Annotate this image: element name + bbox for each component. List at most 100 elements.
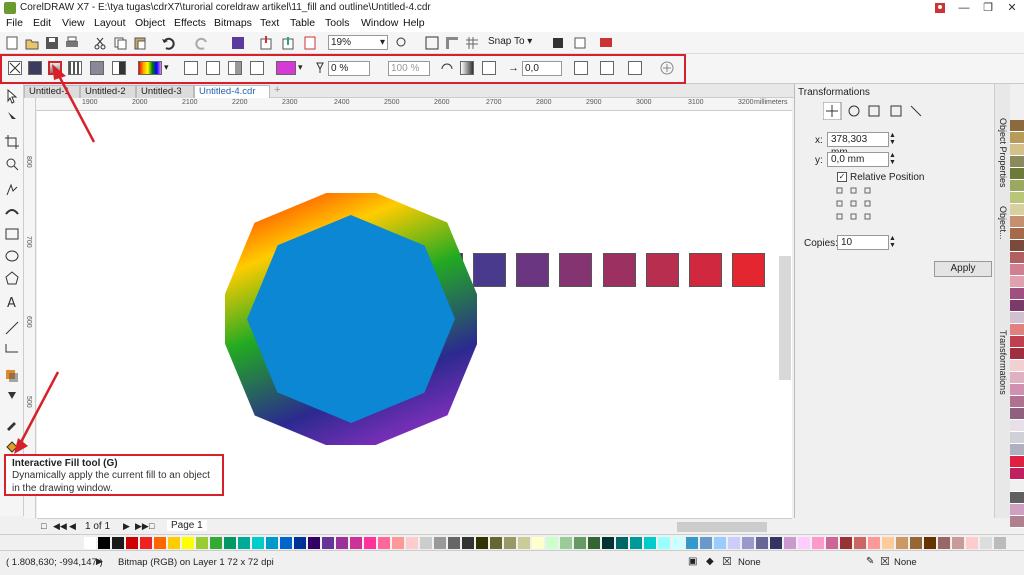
menu-window[interactable]: Window [361,17,398,29]
palette-color[interactable] [322,537,334,549]
palette-color[interactable] [840,537,852,549]
page-tab[interactable]: Page 1 [167,520,207,531]
palette-color[interactable] [532,537,544,549]
palette-color[interactable] [1010,384,1024,396]
palette-color[interactable] [1010,432,1024,444]
palette-color[interactable] [910,537,922,549]
palette-color[interactable] [210,537,222,549]
palette-color[interactable] [308,537,320,549]
chevron-down-icon[interactable]: ▾ [298,62,303,73]
palette-color[interactable] [448,537,460,549]
palette-color[interactable] [784,537,796,549]
new-icon[interactable] [4,35,20,51]
palette-color[interactable] [1010,276,1024,288]
publish-pdf-icon[interactable] [302,35,318,51]
blend-direction-icon[interactable] [460,61,474,75]
color-swatch-2[interactable] [473,253,506,287]
palette-color[interactable] [574,537,586,549]
palette-color[interactable] [868,537,880,549]
palette-color[interactable] [1010,132,1024,144]
palette-color[interactable] [406,537,418,549]
palette-color[interactable] [1010,312,1024,324]
palette-color[interactable] [1010,408,1024,420]
palette-color[interactable] [238,537,250,549]
menu-text[interactable]: Text [260,17,279,29]
palette-color[interactable] [490,537,502,549]
palette-color[interactable] [1010,480,1024,492]
palette-color[interactable] [994,537,1006,549]
palette-color[interactable] [546,537,558,549]
linear-fill-icon[interactable] [184,61,198,75]
palette-color[interactable] [1010,168,1024,180]
color-swatch-7[interactable] [689,253,722,287]
document-info-icon[interactable]: ▣ [688,556,697,567]
menu-layout[interactable]: Layout [94,17,126,29]
chevron-down-icon[interactable]: ▾ [164,62,169,73]
octagon-shape[interactable] [225,193,477,445]
tab-object-manager[interactable]: Object... [998,206,1008,240]
fill-color-swatch[interactable] [276,61,296,75]
zoom-level-select[interactable]: 19% ▾ [328,35,388,50]
palette-color[interactable] [924,537,936,549]
menu-file[interactable]: File [6,17,23,29]
palette-color[interactable] [1010,156,1024,168]
apply-button[interactable]: Apply [934,261,992,277]
user-icon[interactable] [928,0,952,16]
palette-color[interactable] [462,537,474,549]
palette-color[interactable] [966,537,978,549]
palette-color[interactable] [980,537,992,549]
menu-help[interactable]: Help [403,17,425,29]
first-page-icon[interactable]: ◀◀ [53,521,67,532]
palette-color[interactable] [126,537,138,549]
search-content-icon[interactable] [230,35,246,51]
palette-color[interactable] [434,537,446,549]
minimize-icon[interactable]: — [952,0,976,16]
palette-color[interactable] [364,537,376,549]
palette-color[interactable] [392,537,404,549]
palette-color[interactable] [1010,456,1024,468]
menu-effects[interactable]: Effects [174,17,206,29]
palette-color[interactable] [98,537,110,549]
welcome-screen-icon[interactable] [598,35,614,51]
palette-color[interactable] [1010,372,1024,384]
smooth-fill-icon[interactable] [482,61,496,75]
import-icon[interactable] [258,35,274,51]
tab-transformations[interactable]: Transformations [998,330,1008,395]
save-icon[interactable] [44,35,60,51]
palette-color[interactable] [560,537,572,549]
palette-color[interactable] [1010,216,1024,228]
export-icon[interactable] [280,35,296,51]
palette-color[interactable] [1010,516,1024,528]
x-stepper[interactable]: ▲ ▼ [889,132,896,146]
redo-icon[interactable] [194,35,210,51]
palette-color[interactable] [476,537,488,549]
palette-color[interactable] [1010,228,1024,240]
play-icon[interactable]: ▶ [96,556,103,567]
palette-color[interactable] [742,537,754,549]
palette-color[interactable] [630,537,642,549]
palette-color[interactable] [1010,144,1024,156]
palette-color[interactable] [1010,360,1024,372]
rectangular-fill-icon[interactable] [250,61,264,75]
palette-color[interactable] [252,537,264,549]
palette-color[interactable] [420,537,432,549]
show-rulers-icon[interactable] [444,35,460,51]
reverse-fill-icon[interactable] [440,62,454,76]
cut-icon[interactable] [92,35,108,51]
palette-color[interactable] [1010,240,1024,252]
color-swatch-3[interactable] [516,253,549,287]
palette-color[interactable] [1010,252,1024,264]
print-icon[interactable] [64,35,80,51]
y-field[interactable]: 0,0 mm [827,152,889,167]
palette-color[interactable] [1010,336,1024,348]
palette-color[interactable] [266,537,278,549]
palette-color[interactable] [1010,264,1024,276]
palette-color[interactable] [1010,348,1024,360]
palette-color[interactable] [602,537,614,549]
opacity-field[interactable]: 100 % [388,61,430,76]
palette-color[interactable] [672,537,684,549]
horizontal-scrollbar[interactable] [677,522,767,532]
transparency-field[interactable]: 0 % [328,61,370,76]
palette-color[interactable] [826,537,838,549]
tab-untitled-4[interactable]: Untitled-4.cdr [194,85,270,98]
